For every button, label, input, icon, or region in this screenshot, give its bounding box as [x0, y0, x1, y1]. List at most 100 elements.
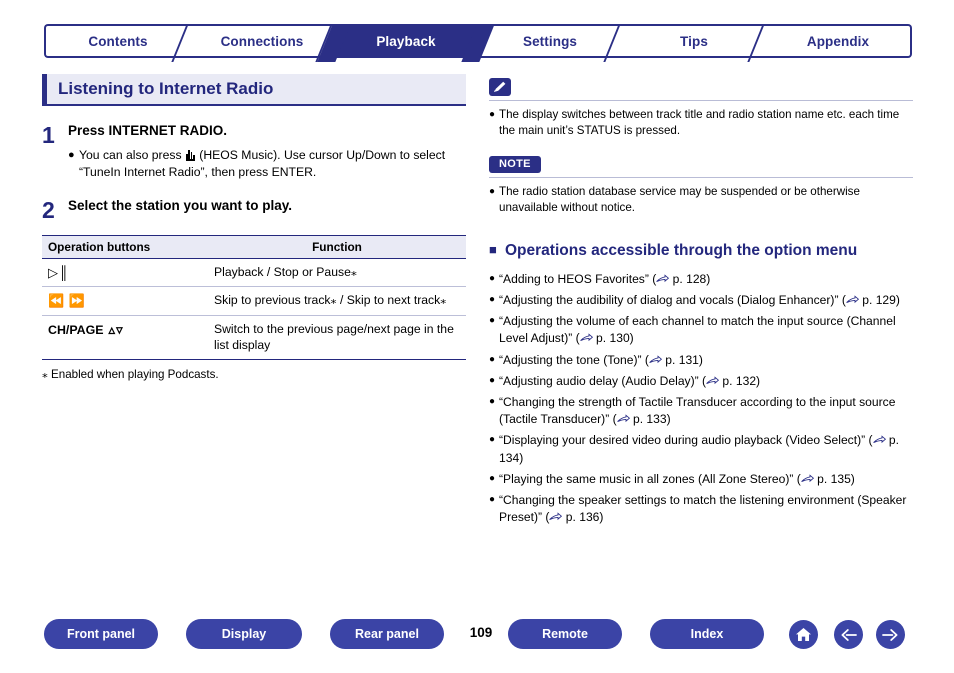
tab-connections[interactable]: Connections	[190, 24, 334, 58]
ch-page-label: CH/PAGE ▵▿	[48, 321, 124, 337]
rear-panel-button[interactable]: Rear panel	[330, 619, 444, 649]
option-menu-link-list: ● “Adding to HEOS Favorites” ( p. 128) ●…	[489, 271, 913, 526]
column-header-function: Function	[208, 234, 466, 259]
page-ref-icon	[872, 434, 886, 445]
tab-label: Appendix	[806, 33, 870, 49]
table-header-row: Operation buttons Function	[42, 234, 466, 259]
cell-buttons: ▷║	[42, 258, 208, 288]
link-text: “Displaying your desired video during au…	[499, 433, 873, 448]
note-badge: NOTE	[489, 155, 541, 173]
cell-function: Switch to the previous page/next page in…	[208, 315, 466, 360]
table-footnote: ⁎ Enabled when playing Podcasts.	[42, 367, 219, 381]
heos-music-icon	[185, 149, 195, 161]
bullet-dot: ●	[489, 109, 496, 120]
list-item[interactable]: ● “Playing the same music in all zones (…	[489, 471, 913, 488]
page-title-text: Listening to Internet Radio	[58, 79, 274, 98]
link-text: “Adding to HEOS Favorites” (	[499, 271, 657, 286]
bullet-dot: ●	[489, 434, 496, 446]
list-item[interactable]: ● “Adjusting the audibility of dialog an…	[489, 292, 913, 309]
page-number-ref: p. 136	[565, 510, 600, 525]
step-number: 2	[42, 196, 55, 223]
list-item[interactable]: ● “Adding to HEOS Favorites” ( p. 128)	[489, 271, 913, 288]
page-number-ref: p. 128	[672, 271, 707, 286]
bullet-dot: ●	[489, 493, 496, 505]
pencil-icon	[489, 78, 511, 96]
front-panel-button[interactable]: Front panel	[44, 619, 158, 649]
bullet-dot: ●	[489, 353, 496, 365]
bullet-dot: ●	[68, 148, 75, 161]
step-1-note: ● You can also press (HEOS Music). Use c…	[68, 147, 466, 181]
step-title: Press INTERNET RADIO.	[68, 123, 228, 138]
page-number-ref: p. 132	[722, 373, 757, 388]
operation-buttons-table: Operation buttons Function ▷║ Playback /…	[42, 234, 466, 360]
page-ref-icon	[846, 294, 859, 305]
page-title: Listening to Internet Radio	[42, 74, 466, 106]
cell-function: Skip to previous track⁎ / Skip to next t…	[208, 286, 466, 316]
list-item-text: “Adjusting the volume of each channel to…	[499, 314, 896, 346]
list-item-text: “Displaying your desired video during au…	[499, 433, 900, 465]
skip-next-icon: ⏩	[68, 293, 86, 309]
link-text: “Adjusting the audibility of dialog and …	[499, 293, 846, 308]
display-button[interactable]: Display	[186, 619, 302, 649]
list-item-text: “Playing the same music in all zones (Al…	[499, 471, 855, 486]
section-heading: ■ Operations accessible through the opti…	[489, 241, 913, 261]
top-tab-bar: Contents Connections Playback Settings T…	[44, 24, 912, 58]
page-number: 109	[469, 625, 493, 640]
bullet-dot: ●	[489, 315, 496, 327]
tab-tips[interactable]: Tips	[622, 24, 766, 58]
tip-note-body: ● The display switches between track tit…	[489, 100, 913, 140]
back-arrow-icon[interactable]	[834, 620, 863, 649]
page-ref-icon	[549, 511, 563, 522]
forward-arrow-icon[interactable]	[876, 620, 905, 649]
up-down-arrows-icon: ▵▿	[108, 321, 124, 337]
right-column: ● The display switches between track tit…	[489, 78, 913, 530]
cell-buttons: ⏪ ⏩	[42, 286, 208, 316]
page-number-ref: p. 129	[862, 293, 896, 308]
tab-label: Contents	[88, 33, 148, 49]
step-1-note-text: You can also press (HEOS Music). Use cur…	[79, 147, 466, 181]
list-item[interactable]: ● “Adjusting the tone (Tone)” ( p. 131)	[489, 352, 913, 369]
page-number-ref: p. 130	[596, 331, 630, 346]
list-item[interactable]: ● “Displaying your desired video during …	[489, 432, 913, 466]
tip-note-block: ● The display switches between track tit…	[489, 78, 913, 140]
list-item-text: “Changing the speaker settings to match …	[499, 492, 907, 525]
note-text-pre: You can also press	[79, 147, 185, 162]
tab-contents[interactable]: Contents	[44, 24, 190, 58]
square-bullet-icon: ■	[489, 241, 497, 257]
column-header-buttons: Operation buttons	[42, 234, 208, 259]
bullet-dot: ●	[489, 395, 496, 407]
bullet-dot: ●	[489, 374, 496, 386]
step-title: Select the station you want to play.	[68, 197, 293, 213]
page-ref-icon	[616, 413, 630, 424]
list-item-text: “Changing the strength of Tactile Transd…	[499, 394, 896, 427]
tab-settings[interactable]: Settings	[478, 24, 622, 58]
list-item-text: “Adjusting the tone (Tone)” ( p. 131)	[499, 352, 703, 367]
tab-playback[interactable]: Playback	[334, 24, 478, 58]
link-text: “Adjusting the tone (Tone)” (	[499, 352, 649, 367]
list-item[interactable]: ● “Changing the strength of Tactile Tran…	[489, 394, 913, 428]
section-heading-text: Operations accessible through the option…	[505, 241, 858, 259]
index-button[interactable]: Index	[650, 619, 764, 649]
link-text: “Adjusting the volume of each channel to…	[499, 314, 896, 346]
page-ref-icon	[706, 375, 720, 386]
bullet-dot: ●	[489, 294, 496, 306]
list-item[interactable]: ● “Adjusting the volume of each channel …	[489, 313, 913, 347]
home-icon[interactable]	[789, 620, 818, 649]
left-column: Listening to Internet Radio 1 Press INTE…	[42, 74, 466, 383]
footer-bar: Front panel Display Rear panel 109 Remot…	[0, 619, 954, 651]
step-1: 1 Press INTERNET RADIO. ● You can also p…	[42, 123, 466, 181]
bullet-dot: ●	[489, 472, 496, 484]
tip-note-item: ● The display switches between track tit…	[489, 107, 913, 140]
tab-appendix[interactable]: Appendix	[766, 24, 912, 58]
bullet-dot: ●	[489, 185, 496, 197]
remote-button[interactable]: Remote	[508, 619, 622, 649]
note-body: ● The radio station database service may…	[489, 176, 913, 217]
page-ref-icon	[656, 273, 670, 284]
list-item[interactable]: ● “Changing the speaker settings to matc…	[489, 492, 913, 526]
list-item[interactable]: ● “Adjusting audio delay (Audio Delay)” …	[489, 373, 913, 390]
link-text: “Changing the strength of Tactile Transd…	[499, 394, 896, 427]
table-row: ⏪ ⏩ Skip to previous track⁎ / Skip to ne…	[42, 286, 466, 316]
tip-note-text: The display switches between track title…	[499, 108, 900, 138]
page-ref-icon	[801, 473, 814, 484]
step-number: 1	[42, 122, 55, 148]
